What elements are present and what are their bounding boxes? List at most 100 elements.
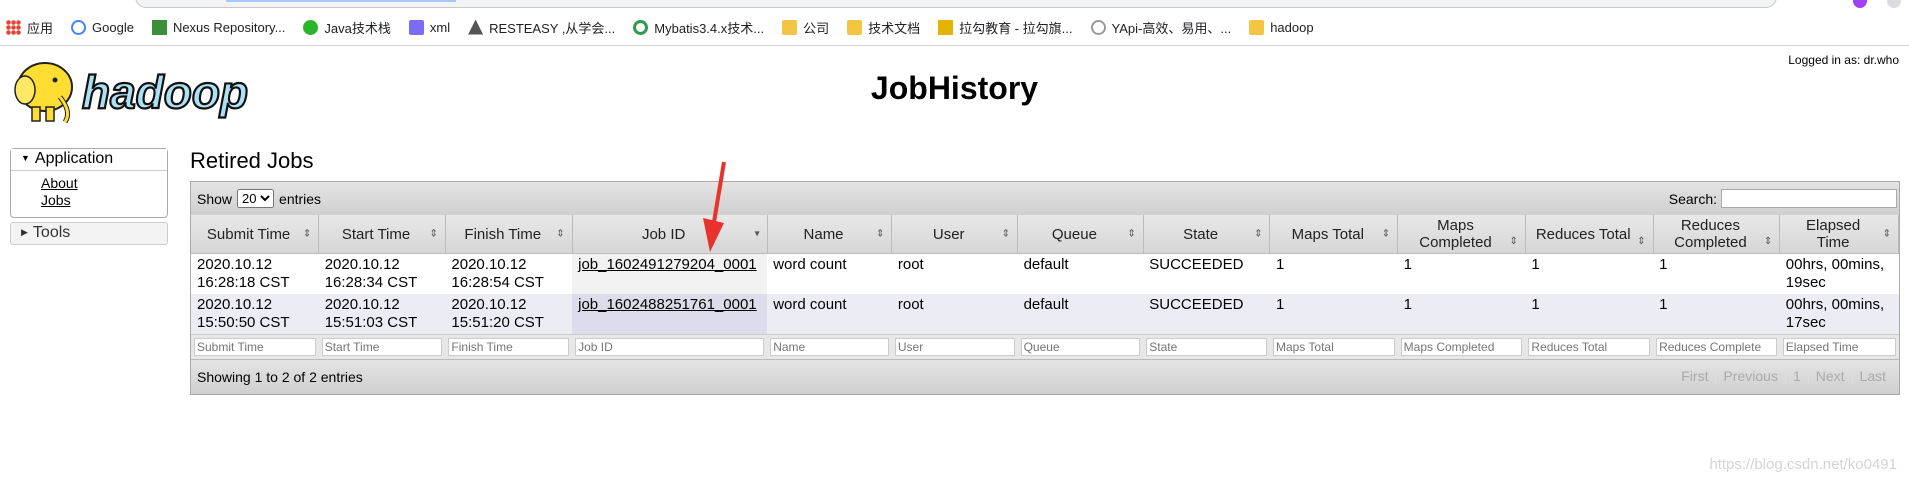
apps-grid-icon <box>6 19 21 35</box>
column-filter-input[interactable] <box>194 338 316 356</box>
column-header[interactable]: State ⇕ <box>1143 215 1271 254</box>
table-cell: 2020.10.12 16:28:18 CST <box>191 253 319 294</box>
column-header[interactable]: User ⇕ <box>891 215 1019 254</box>
profile-icon[interactable] <box>1853 0 1867 8</box>
table-cell: 1 <box>1653 253 1780 294</box>
sidebar-nav: ▼ Application About Jobs ▶ Tools <box>10 148 168 245</box>
table-cell: 1 <box>1653 294 1780 335</box>
filter-cell <box>445 334 573 359</box>
pager-last-button[interactable]: Last <box>1851 368 1893 384</box>
filter-cell <box>572 334 768 359</box>
column-filter-input[interactable] <box>1528 338 1651 356</box>
job-id-link[interactable]: job_1602491279204_0001 <box>578 256 757 273</box>
filter-cell <box>1779 334 1899 359</box>
sort-icon: ⇕ <box>1637 236 1646 247</box>
xml-icon <box>408 19 424 35</box>
nav-link-about[interactable]: About <box>41 175 167 192</box>
column-header[interactable]: Submit Time ⇕ <box>191 215 320 254</box>
job-id-link[interactable]: job_1602488251761_0001 <box>578 296 757 313</box>
column-filter-input[interactable] <box>321 338 443 356</box>
table-cell: 00hrs, 00mins, 19sec <box>1779 253 1899 294</box>
sort-icon: ⇕ <box>1381 228 1391 240</box>
filter-cell <box>767 334 892 359</box>
pagination: First Previous 1 Next Last <box>1674 368 1893 384</box>
table-cell: SUCCEEDED <box>1143 294 1270 335</box>
bookmark-item[interactable]: 公司 <box>782 18 829 37</box>
column-filter-input[interactable] <box>1782 338 1896 356</box>
table-cell: default <box>1017 253 1144 294</box>
column-header-label: Name <box>803 225 844 243</box>
sort-icon: ⇕ <box>302 228 312 240</box>
sort-icon: ⇕ <box>1254 228 1263 240</box>
bookmark-label: 拉勾教育 - 拉勾旗... <box>959 20 1073 36</box>
bookmark-label: xml <box>429 19 451 35</box>
menu-icon[interactable] <box>1887 0 1901 8</box>
yapi-icon <box>1090 19 1106 35</box>
column-filter-input[interactable] <box>770 338 889 356</box>
sort-icon: ⇕ <box>1509 236 1518 247</box>
bookmark-item[interactable]: 技术文档 <box>847 18 920 37</box>
sort-icon: ⇕ <box>556 228 565 240</box>
filter-cell <box>1525 334 1654 359</box>
bookmark-label: RESTEASY ,从学会... <box>489 20 616 36</box>
nav-link-jobs[interactable]: Jobs <box>41 192 167 209</box>
table-cell: 2020.10.12 15:51:03 CST <box>318 294 446 335</box>
application-header[interactable]: ▼ Application <box>11 149 167 171</box>
column-header-label: Reduces Total <box>1535 225 1631 243</box>
filter-cell <box>1269 334 1398 359</box>
bookmark-item[interactable]: 拉勾教育 - 拉勾旗... <box>938 18 1073 37</box>
bookmark-item[interactable]: Google <box>71 19 134 35</box>
column-filter-input[interactable] <box>1272 338 1395 356</box>
column-header[interactable]: Queue ⇕ <box>1017 215 1144 254</box>
column-filter-input[interactable] <box>1146 338 1267 356</box>
column-header-label: Job ID <box>641 225 686 243</box>
bookmark-label: Nexus Repository... <box>172 19 286 35</box>
search-input[interactable] <box>1721 189 1897 208</box>
table-cell: 2020.10.12 15:51:20 CST <box>445 294 573 335</box>
column-filter-input[interactable] <box>1020 338 1141 356</box>
sort-icon: ⇕ <box>1763 236 1773 247</box>
column-header-label: Elapsed Time <box>1806 217 1861 251</box>
column-header[interactable]: Job ID ▾ <box>572 215 768 254</box>
pager-next-button[interactable]: Next <box>1807 368 1852 384</box>
column-header[interactable]: Elapsed Time ⇕ <box>1779 215 1899 254</box>
column-filter-input[interactable] <box>1400 338 1523 356</box>
column-header[interactable]: Start Time ⇕ <box>318 215 446 254</box>
entries-select[interactable]: 20 <box>237 189 275 208</box>
bookmark-item[interactable]: 应用 <box>6 18 53 37</box>
pager-1-button[interactable]: 1 <box>1784 368 1808 384</box>
column-header[interactable]: Reduces Completed ⇕ <box>1653 215 1781 254</box>
column-filter-input[interactable] <box>1656 338 1777 356</box>
column-header[interactable]: Reduces Total ⇕ <box>1525 215 1654 254</box>
bookmark-item[interactable]: hadoop <box>1249 19 1314 35</box>
bookmark-label: Mybatis3.4.x技术... <box>654 20 765 36</box>
column-header[interactable]: Finish Time ⇕ <box>445 215 573 254</box>
table-cell: 1 <box>1269 294 1398 335</box>
column-header-label: State <box>1183 225 1219 243</box>
table-cell[interactable]: job_1602488251761_0001 <box>572 294 768 335</box>
column-header[interactable]: Maps Total ⇕ <box>1269 215 1399 254</box>
address-bar[interactable] <box>135 0 1777 8</box>
bookmark-item[interactable]: xml <box>408 19 451 35</box>
tools-header[interactable]: ▶ Tools <box>10 222 168 245</box>
pager-previous-button[interactable]: Previous <box>1715 368 1784 384</box>
table-info: Showing 1 to 2 of 2 entries <box>197 369 363 385</box>
column-filter-input[interactable] <box>575 338 765 356</box>
bookmark-item[interactable]: Mybatis3.4.x技术... <box>633 18 764 37</box>
bookmark-item[interactable]: RESTEASY ,从学会... <box>468 18 615 37</box>
column-filter-input[interactable] <box>894 338 1015 356</box>
table-cell: 1 <box>1397 294 1526 335</box>
search-label: Search: <box>1668 190 1717 207</box>
table-cell[interactable]: job_1602491279204_0001 <box>572 253 768 294</box>
column-header[interactable]: Maps Completed ⇕ <box>1397 215 1526 254</box>
column-header[interactable]: Name ⇕ <box>767 215 893 254</box>
pager-first-button[interactable]: First <box>1674 368 1715 384</box>
jobs-table-wrapper: Show 20 entries Search: Submit Time ⇕ Star… <box>190 181 1900 395</box>
bookmark-item[interactable]: YApi-高效、易用、... <box>1090 18 1231 37</box>
bookmark-item[interactable]: Nexus Repository... <box>151 19 286 35</box>
bookmark-item[interactable]: Java技术栈 <box>303 18 391 37</box>
resteasy-icon <box>468 19 484 35</box>
column-filter-input[interactable] <box>448 338 570 356</box>
filter-cell <box>1143 334 1270 359</box>
table-cell: SUCCEEDED <box>1143 253 1270 294</box>
